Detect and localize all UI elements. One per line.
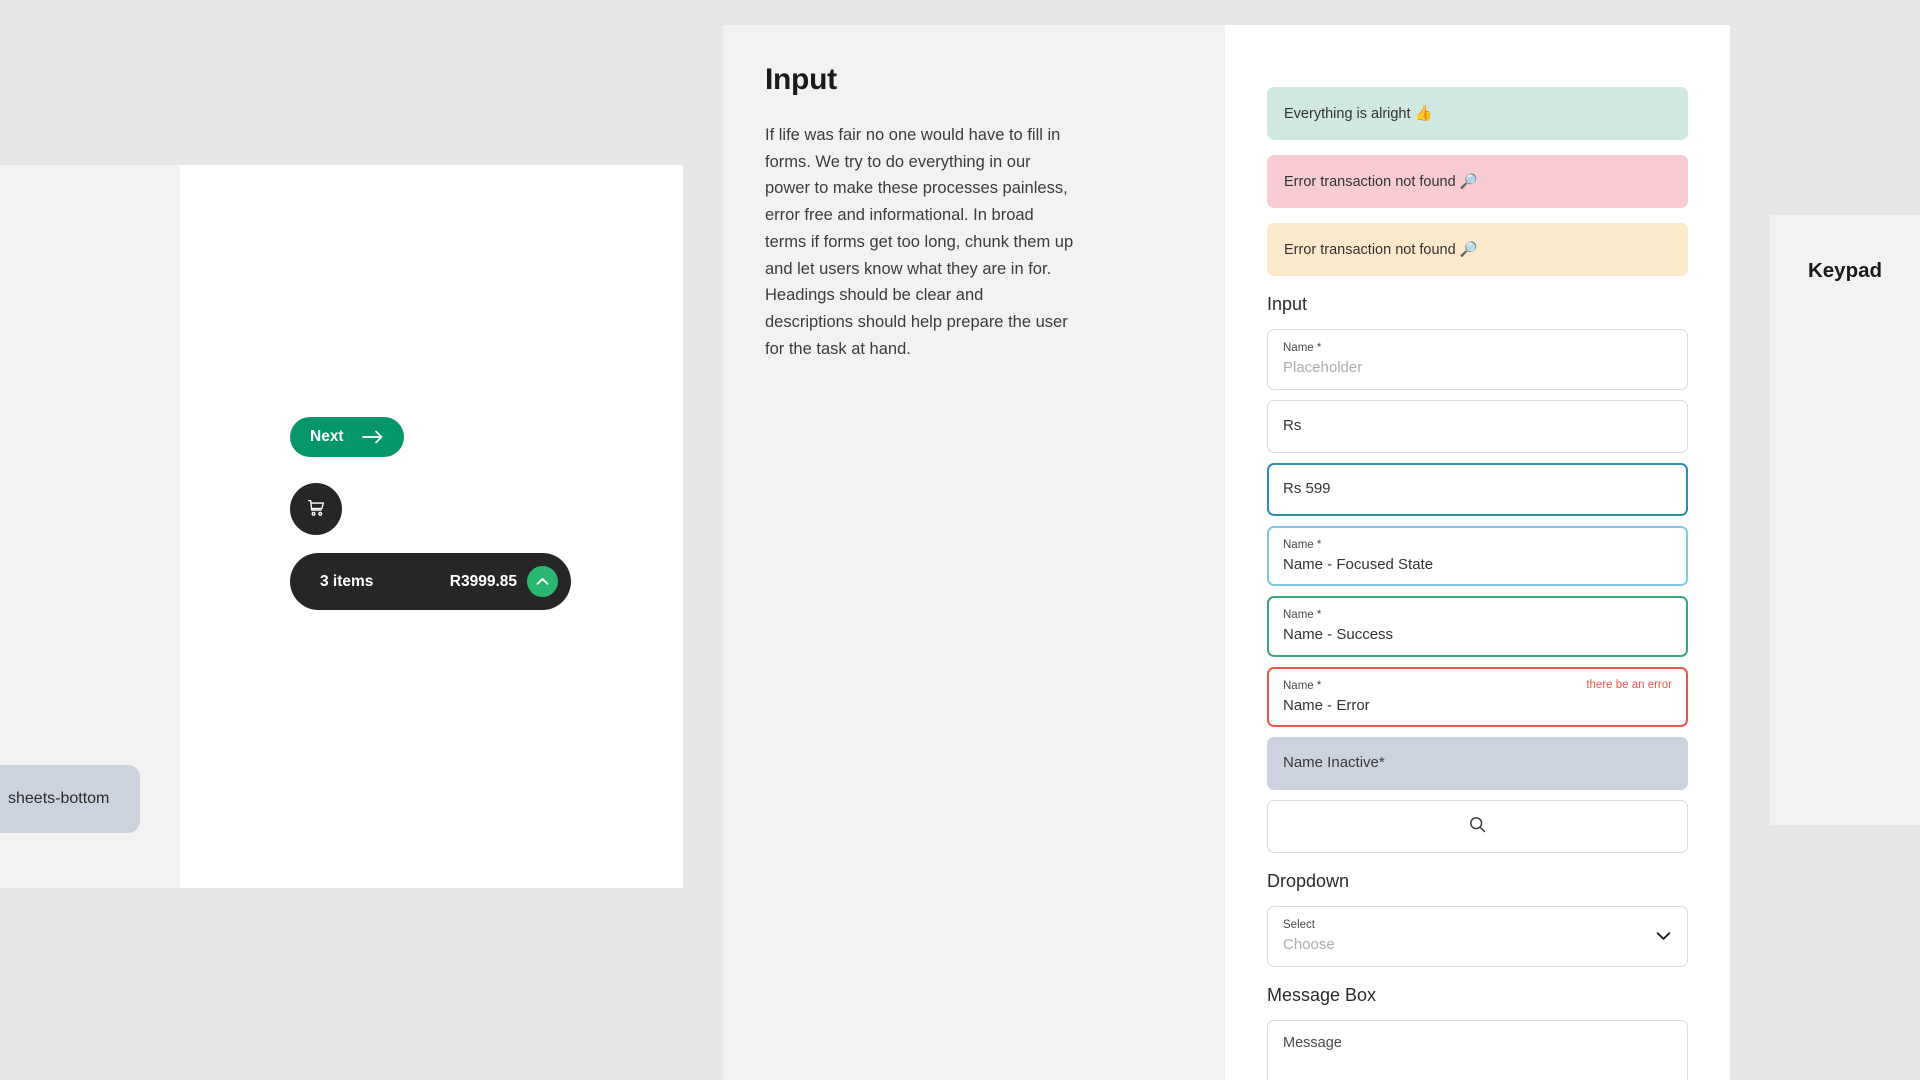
alert-success-text: Everything is alright 👍 [1284,106,1433,122]
select-dropdown-placeholder: Choose [1283,936,1335,954]
sheets-bottom-label: sheets-bottom [8,790,110,807]
cart-summary-bar[interactable]: 3 items R3999.85 [290,553,571,610]
page-description: If life was fair no one would have to fi… [765,126,1074,358]
name-field-focused-value: Name - Focused State [1283,555,1434,573]
name-field-focused-state[interactable]: Name * Name - Focused State [1267,525,1688,586]
cart-total-amount: R3999.85 [449,572,517,590]
page-title: Input [765,63,837,96]
name-field-inactive-value: Name Inactive* [1283,754,1385,772]
cart-icon-button[interactable] [290,483,342,535]
name-field-inactive: Name Inactive* [1267,737,1688,790]
input-section-heading: Input [1267,294,1308,314]
message-textarea-label: Message [1283,1034,1342,1051]
next-button[interactable]: Next [290,417,404,457]
field-error-message: there be an error [1586,678,1672,691]
alert-error-text: Error transaction not found 🔎 [1284,174,1478,190]
shopping-cart-icon [305,497,327,522]
cart-expand-button[interactable] [527,566,558,597]
name-field-success-label: Name * [1283,609,1322,621]
name-field-error[interactable]: Name * there be an error Name - Error [1267,666,1688,727]
keypad-panel: Keypad [1770,215,1920,825]
buttons-artboard-panel: Next 3 items R3999.85 [180,165,683,888]
currency-field-focused-value: Rs 599 [1283,479,1331,497]
search-input[interactable] [1267,800,1688,853]
keypad-heading: Keypad [1807,259,1883,282]
alert-success: Everything is alright 👍 [1267,87,1688,140]
search-icon [1469,816,1486,838]
arrow-right-icon [361,430,384,444]
sheets-bottom-chip[interactable]: sheets-bottom [0,765,140,833]
alert-warning-text: Error transaction not found 🔎 [1284,242,1478,258]
chevron-up-icon [536,573,549,591]
description-panel: Input If life was fair no one would have… [723,25,1225,1080]
next-button-label: Next [310,428,344,445]
currency-field-focused[interactable]: Rs 599 [1267,462,1688,516]
currency-field-empty[interactable]: Rs [1267,399,1688,453]
name-field-error-value: Name - Error [1283,696,1370,714]
select-dropdown[interactable]: Select Choose [1267,906,1688,967]
dropdown-section-heading: Dropdown [1267,871,1350,891]
name-field-focused-label: Name * [1283,538,1322,551]
chevron-down-icon[interactable] [1656,931,1671,941]
name-field-default[interactable]: Name * Placeholder [1267,329,1688,390]
name-field-placeholder: Placeholder [1283,359,1363,377]
name-field-success-value: Name - Success [1283,626,1394,644]
name-field-label: Name * [1283,342,1322,354]
cart-items-count: 3 items [320,572,374,590]
alert-error: Error transaction not found 🔎 [1267,155,1688,208]
form-panel: Everything is alright 👍 Error transactio… [1225,25,1730,1080]
alert-warning: Error transaction not found 🔎 [1267,223,1688,276]
select-dropdown-label: Select [1283,919,1315,931]
currency-field-value: Rs [1283,416,1302,434]
name-field-success[interactable]: Name * Name - Success [1267,596,1688,657]
message-textarea[interactable]: Message [1267,1019,1688,1080]
message-section-heading: Message Box [1267,984,1377,1005]
